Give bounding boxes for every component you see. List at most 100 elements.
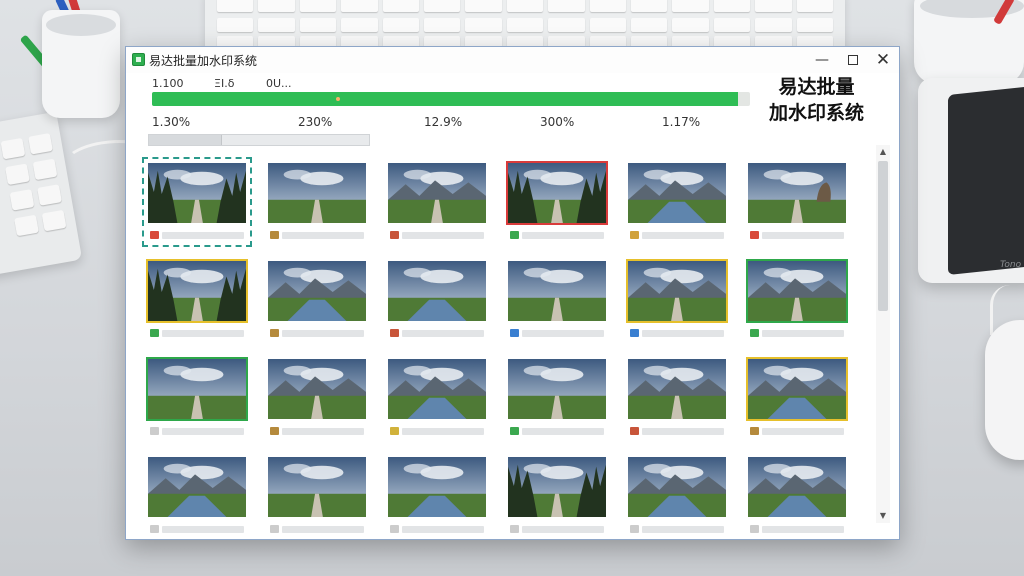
background-mouse: [985, 320, 1024, 460]
image-thumbnail-item[interactable]: [386, 455, 492, 539]
thumbnail-image[interactable]: [506, 161, 608, 225]
image-thumbnail-item[interactable]: [626, 455, 732, 539]
image-thumbnail-item[interactable]: [746, 259, 852, 349]
thumbnail-image[interactable]: [626, 259, 728, 323]
thumbnail-image[interactable]: [746, 455, 848, 519]
thumbnail-image[interactable]: [266, 161, 368, 225]
thumbnail-image[interactable]: [626, 455, 728, 519]
thumbnail-image[interactable]: [746, 357, 848, 421]
main-progress-fill: [152, 92, 739, 106]
file-type-icon: [270, 231, 279, 239]
thumbnail-caption: [388, 426, 488, 436]
thumbnail-image[interactable]: [146, 161, 248, 225]
watermark-title-overlay: 易达批量 加水印系统: [769, 74, 864, 126]
close-button[interactable]: ✕: [868, 49, 898, 71]
thumbnail-image[interactable]: [506, 455, 608, 519]
scrollbar-thumb[interactable]: [878, 161, 888, 311]
file-type-icon: [390, 525, 399, 533]
percent-stat-1: 1.30%: [152, 115, 191, 129]
filename-placeholder-bar: [522, 526, 604, 533]
file-type-icon: [510, 231, 519, 239]
vertical-scrollbar[interactable]: ▲ ▼: [876, 145, 890, 523]
image-thumbnail-item[interactable]: [746, 357, 852, 447]
file-type-icon: [270, 525, 279, 533]
maximize-button[interactable]: [838, 49, 868, 71]
maximize-icon: [848, 55, 858, 65]
image-thumbnail-item[interactable]: [506, 455, 612, 539]
file-type-icon: [630, 427, 639, 435]
scroll-down-arrow-icon[interactable]: ▼: [876, 509, 890, 523]
thumbnail-image[interactable]: [266, 259, 368, 323]
thumbnail-image[interactable]: [146, 357, 248, 421]
thumbnail-image[interactable]: [266, 357, 368, 421]
filename-placeholder-bar: [642, 232, 724, 239]
minimize-button[interactable]: —: [807, 49, 837, 71]
filename-placeholder-bar: [762, 232, 844, 239]
image-thumbnail-item[interactable]: [266, 455, 372, 539]
thumbnail-image[interactable]: [386, 455, 488, 519]
image-thumbnail-item[interactable]: [266, 259, 372, 349]
thumbnail-caption: [268, 524, 368, 534]
thumbnail-caption: [268, 426, 368, 436]
file-type-icon: [390, 427, 399, 435]
thumbnail-image[interactable]: [386, 161, 488, 225]
image-thumbnail-item[interactable]: [506, 357, 612, 447]
filename-placeholder-bar: [162, 232, 244, 239]
thumbnail-image[interactable]: [506, 357, 608, 421]
thumbnail-caption: [268, 328, 368, 338]
thumbnail-caption: [628, 524, 728, 534]
file-type-icon: [150, 427, 159, 435]
thumbnail-image[interactable]: [746, 259, 848, 323]
image-thumbnail-item[interactable]: [386, 259, 492, 349]
image-thumbnail-item[interactable]: [626, 259, 732, 349]
thumbnail-caption: [508, 524, 608, 534]
thumbnail-image[interactable]: [626, 161, 728, 225]
image-thumbnail-item[interactable]: [746, 161, 852, 251]
image-thumbnail-item[interactable]: [626, 357, 732, 447]
thumbnail-caption: [748, 524, 848, 534]
background-keypad: [0, 111, 83, 279]
filename-placeholder-bar: [522, 330, 604, 337]
scroll-up-arrow-icon[interactable]: ▲: [876, 145, 890, 159]
thumbnail-image[interactable]: [146, 259, 248, 323]
percent-stat-3: 12.9%: [424, 115, 463, 129]
image-thumbnail-item[interactable]: [386, 161, 492, 251]
thumbnail-image[interactable]: [386, 259, 488, 323]
image-thumbnail-item[interactable]: [142, 157, 252, 251]
title-bar[interactable]: 易达批量加水印系统 — ✕: [126, 47, 899, 73]
thumbnail-image[interactable]: [746, 161, 848, 225]
image-thumbnail-item[interactable]: [146, 259, 252, 349]
image-thumbnail-item[interactable]: [386, 357, 492, 447]
thumbnail-image[interactable]: [626, 357, 728, 421]
image-thumbnail-item[interactable]: [266, 357, 372, 447]
image-thumbnail-item[interactable]: [146, 455, 252, 539]
image-thumbnail-item[interactable]: [506, 161, 612, 251]
watermark-title-line2: 加水印系统: [769, 102, 865, 124]
percent-stat-2: 230%: [298, 115, 333, 129]
file-type-icon: [750, 525, 759, 533]
image-thumbnail-item[interactable]: [626, 161, 732, 251]
image-thumbnail-item[interactable]: [266, 161, 372, 251]
thumbnail-image[interactable]: [146, 455, 248, 519]
thumbnail-caption: [148, 524, 248, 534]
image-thumbnail-item[interactable]: [146, 357, 252, 447]
file-type-icon: [150, 231, 159, 239]
thumbnail-caption: [388, 328, 488, 338]
thumbnail-caption: [748, 328, 848, 338]
file-type-icon: [630, 525, 639, 533]
file-type-icon: [150, 329, 159, 337]
file-type-icon: [750, 329, 759, 337]
file-type-icon: [630, 329, 639, 337]
image-thumbnail-item[interactable]: [506, 259, 612, 349]
filename-placeholder-bar: [642, 526, 724, 533]
thumbnail-image[interactable]: [266, 455, 368, 519]
thumbnail-caption: [748, 230, 848, 240]
stat-label-1: 1.100: [152, 77, 184, 90]
thumbnail-caption: [748, 426, 848, 436]
filename-placeholder-bar: [282, 232, 364, 239]
image-thumbnail-item[interactable]: [746, 455, 852, 539]
thumbnail-image[interactable]: [386, 357, 488, 421]
filename-placeholder-bar: [162, 526, 244, 533]
filename-placeholder-bar: [402, 330, 484, 337]
thumbnail-image[interactable]: [506, 259, 608, 323]
